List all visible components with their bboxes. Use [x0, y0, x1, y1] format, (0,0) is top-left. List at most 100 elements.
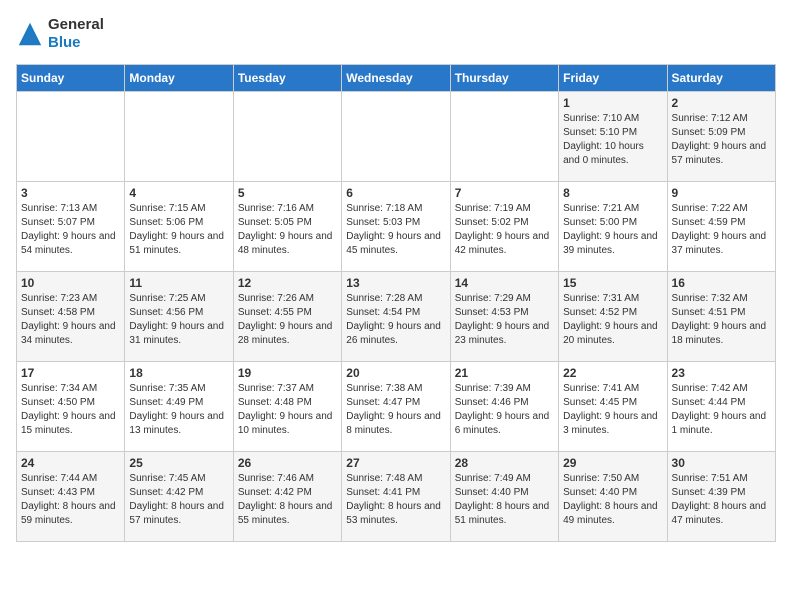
calendar-cell-4-4: 20 Sunrise: 7:38 AM Sunset: 4:47 PM Dayli… — [342, 362, 450, 452]
day-number: 16 — [672, 276, 771, 290]
day-info: Sunrise: 7:49 AM Sunset: 4:40 PM Dayligh… — [455, 472, 554, 528]
day-info: Sunrise: 7:10 AM Sunset: 5:10 PM Dayligh… — [563, 112, 662, 168]
day-info: Sunrise: 7:34 AM Sunset: 4:50 PM Dayligh… — [21, 382, 120, 438]
calendar-cell-1-2 — [125, 92, 233, 182]
day-info: Sunrise: 7:16 AM Sunset: 5:05 PM Dayligh… — [238, 202, 337, 258]
day-info: Sunrise: 7:25 AM Sunset: 4:56 PM Dayligh… — [129, 292, 228, 348]
calendar-cell-4-5: 21Sunrise: 7:39 AM Sunset: 4:46 PM Dayli… — [450, 362, 558, 452]
day-number: 11 — [129, 276, 228, 290]
calendar-cell-4-3: 19 Sunrise: 7:37 AM Sunset: 4:48 PM Dayli… — [233, 362, 341, 452]
day-number: 2 — [672, 96, 771, 110]
day-number: 25 — [129, 456, 228, 470]
calendar-cell-5-6: 29Sunrise: 7:50 AM Sunset: 4:40 PM Dayli… — [559, 452, 667, 542]
calendar-cell-2-3: 5 Sunrise: 7:16 AM Sunset: 5:05 PM Daylig… — [233, 182, 341, 272]
calendar-cell-2-6: 8 Sunrise: 7:21 AM Sunset: 5:00 PM Daylig… — [559, 182, 667, 272]
logo: General Blue — [16, 16, 104, 52]
day-info: Sunrise: 7:23 AM Sunset: 4:58 PM Dayligh… — [21, 292, 120, 348]
calendar-body: 1 Sunrise: 7:10 AM Sunset: 5:10 PM Daylig… — [17, 92, 776, 542]
calendar-header-sunday: Sunday — [17, 65, 125, 92]
calendar-cell-3-2: 11 Sunrise: 7:25 AM Sunset: 4:56 PM Dayli… — [125, 272, 233, 362]
calendar-cell-5-7: 30 Sunrise: 7:51 AM Sunset: 4:39 PM Dayli… — [667, 452, 775, 542]
day-number: 22 — [563, 366, 662, 380]
calendar-cell-1-5 — [450, 92, 558, 182]
calendar-table: SundayMondayTuesdayWednesdayThursdayFrid… — [16, 64, 776, 542]
calendar-cell-4-7: 23 Sunrise: 7:42 AM Sunset: 4:44 PM Dayli… — [667, 362, 775, 452]
day-number: 10 — [21, 276, 120, 290]
day-info: Sunrise: 7:45 AM Sunset: 4:42 PM Dayligh… — [129, 472, 228, 528]
day-number: 1 — [563, 96, 662, 110]
day-info: Sunrise: 7:22 AM Sunset: 4:59 PM Dayligh… — [672, 202, 771, 258]
day-number: 30 — [672, 456, 771, 470]
logo-icon — [16, 20, 44, 48]
calendar-cell-1-7: 2Sunrise: 7:12 AM Sunset: 5:09 PM Daylig… — [667, 92, 775, 182]
day-number: 15 — [563, 276, 662, 290]
calendar-cell-5-5: 28 Sunrise: 7:49 AM Sunset: 4:40 PM Dayli… — [450, 452, 558, 542]
day-number: 20 — [346, 366, 445, 380]
day-number: 9 — [672, 186, 771, 200]
calendar-week-5: 24Sunrise: 7:44 AM Sunset: 4:43 PM Dayli… — [17, 452, 776, 542]
day-info: Sunrise: 7:50 AM Sunset: 4:40 PM Dayligh… — [563, 472, 662, 528]
day-info: Sunrise: 7:48 AM Sunset: 4:41 PM Dayligh… — [346, 472, 445, 528]
day-number: 3 — [21, 186, 120, 200]
calendar-cell-3-5: 14Sunrise: 7:29 AM Sunset: 4:53 PM Dayli… — [450, 272, 558, 362]
day-info: Sunrise: 7:21 AM Sunset: 5:00 PM Dayligh… — [563, 202, 662, 258]
calendar-cell-5-4: 27 Sunrise: 7:48 AM Sunset: 4:41 PM Dayli… — [342, 452, 450, 542]
day-info: Sunrise: 7:42 AM Sunset: 4:44 PM Dayligh… — [672, 382, 771, 438]
calendar-header-friday: Friday — [559, 65, 667, 92]
day-info: Sunrise: 7:32 AM Sunset: 4:51 PM Dayligh… — [672, 292, 771, 348]
day-number: 14 — [455, 276, 554, 290]
day-info: Sunrise: 7:35 AM Sunset: 4:49 PM Dayligh… — [129, 382, 228, 438]
calendar-cell-1-3 — [233, 92, 341, 182]
day-info: Sunrise: 7:38 AM Sunset: 4:47 PM Dayligh… — [346, 382, 445, 438]
day-number: 12 — [238, 276, 337, 290]
calendar-cell-4-1: 17 Sunrise: 7:34 AM Sunset: 4:50 PM Dayli… — [17, 362, 125, 452]
day-info: Sunrise: 7:19 AM Sunset: 5:02 PM Dayligh… — [455, 202, 554, 258]
calendar-cell-5-1: 24Sunrise: 7:44 AM Sunset: 4:43 PM Dayli… — [17, 452, 125, 542]
calendar-cell-2-2: 4 Sunrise: 7:15 AM Sunset: 5:06 PM Daylig… — [125, 182, 233, 272]
calendar-cell-5-2: 25 Sunrise: 7:45 AM Sunset: 4:42 PM Dayli… — [125, 452, 233, 542]
calendar-header-monday: Monday — [125, 65, 233, 92]
calendar-cell-3-3: 12 Sunrise: 7:26 AM Sunset: 4:55 PM Dayli… — [233, 272, 341, 362]
calendar-cell-2-1: 3Sunrise: 7:13 AM Sunset: 5:07 PM Daylig… — [17, 182, 125, 272]
day-info: Sunrise: 7:37 AM Sunset: 4:48 PM Dayligh… — [238, 382, 337, 438]
calendar-cell-2-7: 9 Sunrise: 7:22 AM Sunset: 4:59 PM Daylig… — [667, 182, 775, 272]
logo-text: General Blue — [48, 16, 104, 52]
day-number: 27 — [346, 456, 445, 470]
calendar-cell-4-6: 22 Sunrise: 7:41 AM Sunset: 4:45 PM Dayli… — [559, 362, 667, 452]
day-number: 8 — [563, 186, 662, 200]
day-info: Sunrise: 7:46 AM Sunset: 4:42 PM Dayligh… — [238, 472, 337, 528]
calendar-week-3: 10 Sunrise: 7:23 AM Sunset: 4:58 PM Dayli… — [17, 272, 776, 362]
day-info: Sunrise: 7:41 AM Sunset: 4:45 PM Dayligh… — [563, 382, 662, 438]
calendar-cell-4-2: 18Sunrise: 7:35 AM Sunset: 4:49 PM Dayli… — [125, 362, 233, 452]
calendar-header-thursday: Thursday — [450, 65, 558, 92]
day-number: 23 — [672, 366, 771, 380]
day-number: 5 — [238, 186, 337, 200]
calendar-cell-1-4 — [342, 92, 450, 182]
calendar-cell-3-4: 13Sunrise: 7:28 AM Sunset: 4:54 PM Dayli… — [342, 272, 450, 362]
calendar-week-1: 1 Sunrise: 7:10 AM Sunset: 5:10 PM Daylig… — [17, 92, 776, 182]
calendar-week-4: 17 Sunrise: 7:34 AM Sunset: 4:50 PM Dayli… — [17, 362, 776, 452]
calendar-cell-1-6: 1 Sunrise: 7:10 AM Sunset: 5:10 PM Daylig… — [559, 92, 667, 182]
calendar-header-saturday: Saturday — [667, 65, 775, 92]
day-number: 7 — [455, 186, 554, 200]
calendar-cell-1-1 — [17, 92, 125, 182]
day-info: Sunrise: 7:26 AM Sunset: 4:55 PM Dayligh… — [238, 292, 337, 348]
day-number: 28 — [455, 456, 554, 470]
calendar-cell-3-6: 15Sunrise: 7:31 AM Sunset: 4:52 PM Dayli… — [559, 272, 667, 362]
day-info: Sunrise: 7:39 AM Sunset: 4:46 PM Dayligh… — [455, 382, 554, 438]
day-number: 13 — [346, 276, 445, 290]
calendar-cell-3-1: 10 Sunrise: 7:23 AM Sunset: 4:58 PM Dayli… — [17, 272, 125, 362]
calendar-cell-2-5: 7 Sunrise: 7:19 AM Sunset: 5:02 PM Daylig… — [450, 182, 558, 272]
calendar-week-2: 3Sunrise: 7:13 AM Sunset: 5:07 PM Daylig… — [17, 182, 776, 272]
calendar-cell-3-7: 16 Sunrise: 7:32 AM Sunset: 4:51 PM Dayli… — [667, 272, 775, 362]
day-number: 19 — [238, 366, 337, 380]
day-number: 24 — [21, 456, 120, 470]
calendar-cell-2-4: 6Sunrise: 7:18 AM Sunset: 5:03 PM Daylig… — [342, 182, 450, 272]
day-number: 17 — [21, 366, 120, 380]
day-info: Sunrise: 7:15 AM Sunset: 5:06 PM Dayligh… — [129, 202, 228, 258]
calendar-header-tuesday: Tuesday — [233, 65, 341, 92]
day-number: 4 — [129, 186, 228, 200]
header: General Blue — [16, 16, 776, 52]
day-info: Sunrise: 7:18 AM Sunset: 5:03 PM Dayligh… — [346, 202, 445, 258]
day-info: Sunrise: 7:51 AM Sunset: 4:39 PM Dayligh… — [672, 472, 771, 528]
